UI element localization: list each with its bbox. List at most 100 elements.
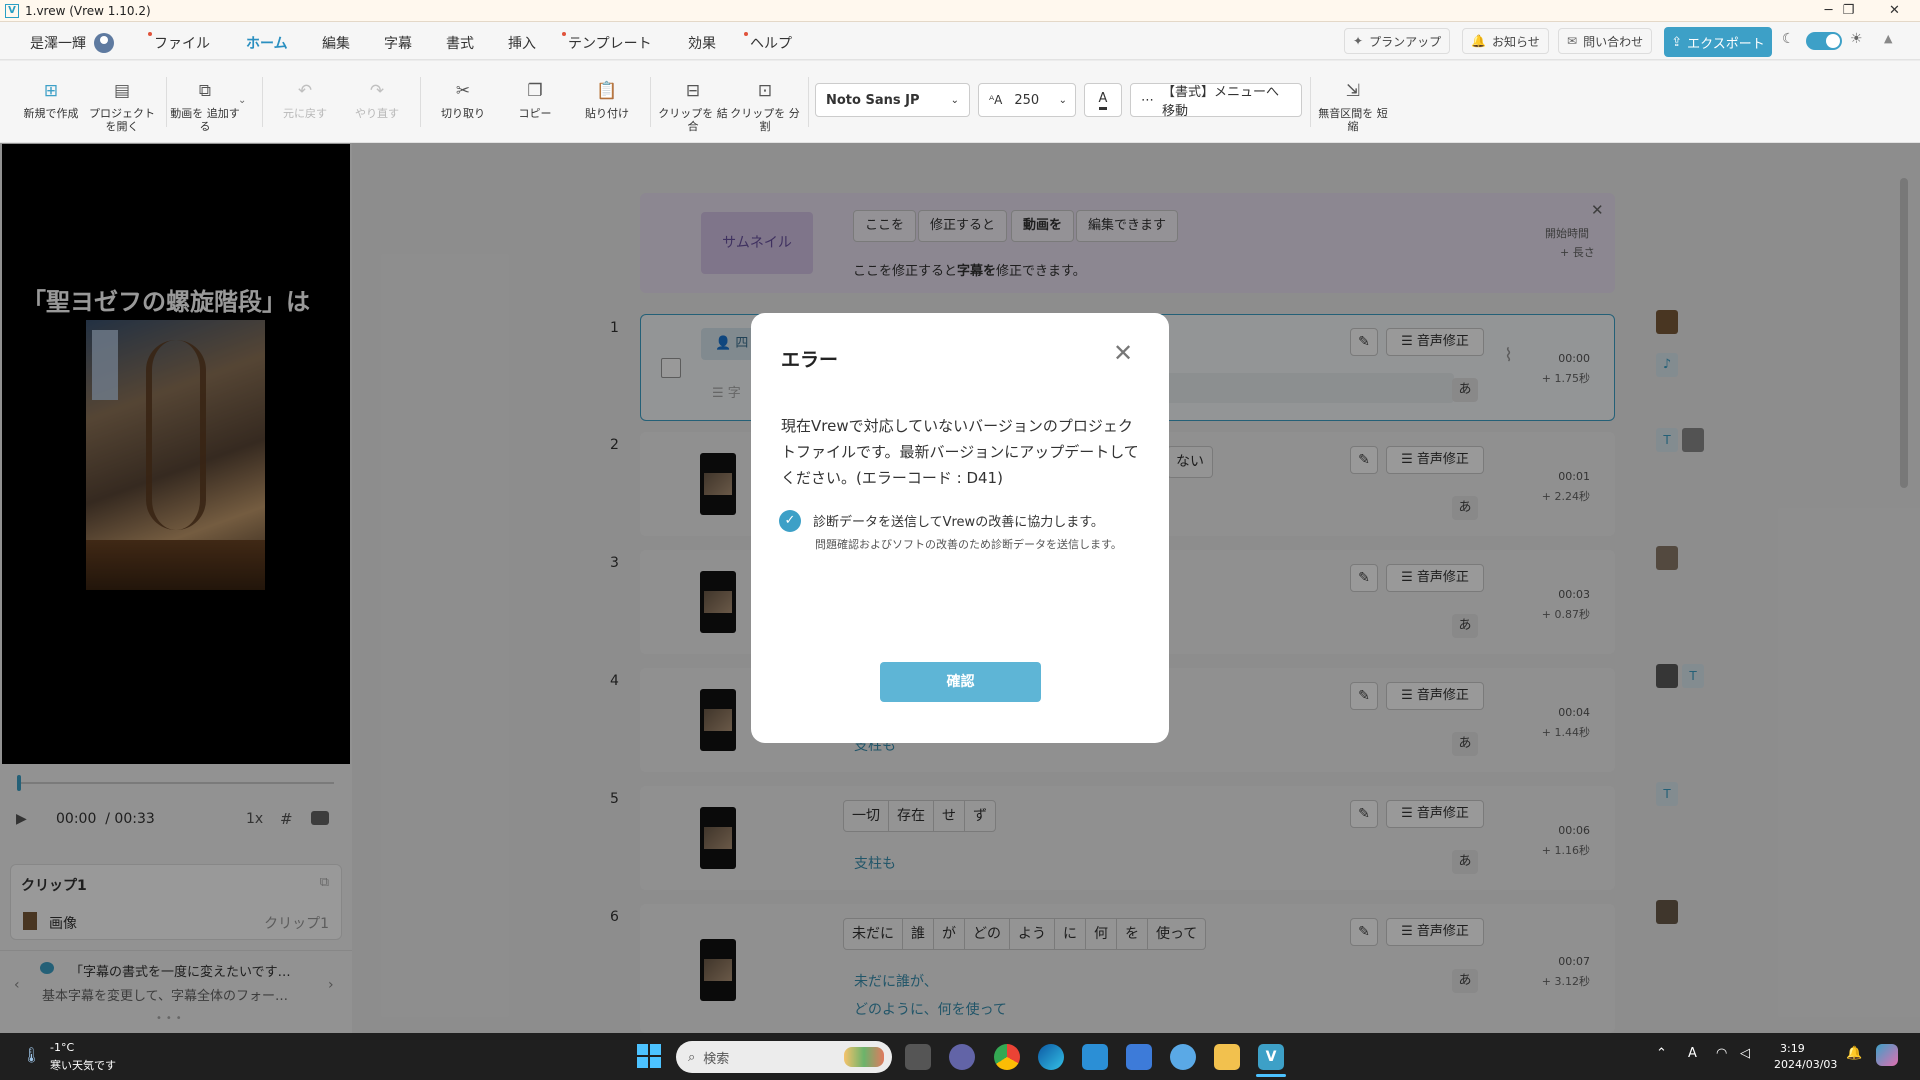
toolbar-divider: [650, 77, 651, 127]
redo-icon: ↷: [369, 81, 385, 101]
redo-button[interactable]: ↷ やり直す: [342, 61, 412, 141]
thermometer-icon[interactable]: 🌡: [22, 1046, 41, 1064]
export-button[interactable]: ⇪ エクスポート: [1664, 27, 1772, 57]
chat-app-icon[interactable]: [949, 1044, 975, 1070]
font-size-select[interactable]: ᴬA 250 ⌄: [978, 83, 1076, 117]
wifi-icon[interactable]: ◠: [1716, 1046, 1727, 1061]
menu-edit[interactable]: 編集: [322, 33, 350, 53]
font-family-select[interactable]: Noto Sans JP ⌄: [815, 83, 970, 117]
toolbar-divider: [262, 77, 263, 127]
taskbar-search[interactable]: ⌕ 検索: [676, 1041, 892, 1073]
font-size-icon: ᴬA: [989, 93, 1003, 107]
mail-icon: ✉: [1567, 34, 1578, 48]
plus-square-icon: ⊞: [43, 81, 59, 101]
speaker-icon[interactable]: ◁: [1740, 1046, 1750, 1061]
chevron-down-icon: ⌄: [950, 94, 959, 106]
cut-label: 切り取り: [441, 107, 485, 120]
menu-effects[interactable]: 効果: [688, 33, 716, 53]
toolbar-divider: [420, 77, 421, 127]
active-app-indicator: [1256, 1074, 1286, 1077]
maximize-button[interactable]: ❐: [1826, 0, 1871, 22]
clock-date[interactable]: 2024/03/03: [1774, 1058, 1837, 1071]
cut-button[interactable]: ✂ 切り取り: [428, 61, 498, 141]
diagnostic-description: 問題確認およびソフトの改善のため診断データを送信します。: [815, 538, 1122, 551]
user-menu[interactable]: 是澤一輝: [30, 33, 114, 53]
close-window-button[interactable]: ✕: [1872, 0, 1917, 22]
open-project-button[interactable]: ▤ プロジェクト を開く: [86, 61, 158, 141]
contact-label: 問い合わせ: [1583, 34, 1644, 49]
format-menu-button[interactable]: ⋯ 【書式】メニューへ移動: [1130, 83, 1302, 119]
scissors-icon: ✂: [455, 81, 471, 101]
merge-clip-button[interactable]: ⊟ クリップを 結合: [658, 61, 728, 141]
user-avatar-icon: [94, 33, 114, 53]
clapper-icon: ▤: [113, 81, 131, 101]
collapse-ribbon-icon[interactable]: ▲: [1884, 32, 1892, 45]
menu-home[interactable]: ホーム: [246, 33, 288, 53]
menu-insert[interactable]: 挿入: [508, 33, 536, 53]
start-button[interactable]: [637, 1044, 661, 1068]
close-icon[interactable]: ✕: [1113, 341, 1133, 365]
toolbar-divider: [166, 77, 167, 127]
sun-icon: ☀: [1850, 31, 1863, 47]
menu-bar: 是澤一輝 ファイル ホーム 編集 字幕 書式 挿入 テンプレート 効果 ヘルプ …: [0, 22, 1920, 82]
add-video-button[interactable]: ⧉ 動画を 追加する: [170, 61, 240, 141]
chevron-down-icon: ⌄: [1058, 94, 1067, 106]
plan-up-button[interactable]: ✦ プランアップ: [1344, 28, 1451, 54]
new-project-label: 新規で作成: [23, 107, 79, 120]
shorten-silence-button[interactable]: ⇲ 無音区間を 短縮: [1318, 61, 1388, 141]
menu-file[interactable]: ファイル: [148, 32, 210, 53]
text-color-icon: A: [1098, 91, 1108, 110]
window-titlebar: V 1.vrew (Vrew 1.10.2) ─ ❐ ✕: [0, 0, 1920, 22]
split-clip-button[interactable]: ⊡ クリップを 分割: [730, 61, 800, 141]
menu-template[interactable]: テンプレート: [562, 32, 652, 53]
vrew-app-icon: V: [5, 3, 19, 18]
undo-button[interactable]: ↶ 元に戻す: [270, 61, 340, 141]
confirm-button[interactable]: 確認: [880, 662, 1041, 702]
split-clip-label: クリップを 分割: [730, 107, 800, 133]
export-icon: ⇪: [1671, 34, 1683, 50]
ime-indicator[interactable]: A: [1688, 1046, 1697, 1061]
toolbar-divider: [1310, 77, 1311, 127]
theme-toggle[interactable]: [1806, 32, 1842, 50]
merge-clip-label: クリップを 結合: [658, 107, 728, 133]
export-label: エクスポート: [1687, 36, 1765, 52]
open-project-label: プロジェクト を開く: [89, 107, 155, 133]
copy-label: コピー: [518, 107, 552, 120]
add-video-label: 動画を 追加する: [170, 107, 240, 133]
menu-help[interactable]: ヘルプ: [744, 32, 792, 53]
more-icon: ⋯: [1141, 92, 1154, 108]
notepad-icon[interactable]: [1126, 1044, 1152, 1070]
app-icon[interactable]: [1170, 1044, 1196, 1070]
new-project-button[interactable]: ⊞ 新規で作成: [16, 61, 86, 141]
search-icon: ⌕: [688, 1049, 696, 1065]
moon-icon: ☾: [1782, 31, 1795, 47]
clipboard-icon: 📋: [596, 81, 618, 101]
chevron-up-icon[interactable]: ⌃: [1656, 1046, 1667, 1061]
file-explorer-icon[interactable]: [1214, 1044, 1240, 1070]
paste-label: 貼り付け: [585, 107, 629, 120]
vrew-taskbar-icon[interactable]: V: [1258, 1044, 1284, 1070]
chrome-icon[interactable]: [994, 1044, 1020, 1070]
error-dialog: エラー ✕ 現在Vrewで対応していないバージョンのプロジェクトファイルです。最…: [751, 313, 1169, 743]
copy-button[interactable]: ❐ コピー: [500, 61, 570, 141]
diagnostic-checkbox-label[interactable]: 診断データを送信してVrewの改善に協力します。: [813, 511, 1104, 530]
dialog-title: エラー: [781, 349, 839, 371]
font-color-button[interactable]: A: [1084, 83, 1122, 117]
edge-icon[interactable]: [1038, 1044, 1064, 1070]
notice-button[interactable]: 🔔 お知らせ: [1462, 28, 1549, 54]
paste-button[interactable]: 📋 貼り付け: [572, 61, 642, 141]
weather-temp[interactable]: -1°C: [50, 1041, 74, 1054]
checkbox-checked-icon[interactable]: ✓: [779, 510, 801, 532]
notice-label: お知らせ: [1491, 34, 1540, 49]
chevron-down-icon[interactable]: ⌄: [238, 95, 246, 106]
vscode-icon[interactable]: [1082, 1044, 1108, 1070]
clock-time[interactable]: 3:19: [1780, 1042, 1805, 1055]
contact-button[interactable]: ✉ 問い合わせ: [1558, 28, 1653, 54]
task-view-icon[interactable]: [905, 1044, 931, 1070]
copilot-icon[interactable]: [1876, 1044, 1898, 1066]
menu-subtitle[interactable]: 字幕: [384, 33, 412, 53]
merge-icon: ⊟: [685, 81, 701, 101]
notification-bell-icon[interactable]: 🔔: [1846, 1046, 1862, 1061]
weather-desc[interactable]: 寒い天気です: [50, 1057, 116, 1073]
menu-format[interactable]: 書式: [446, 33, 474, 53]
